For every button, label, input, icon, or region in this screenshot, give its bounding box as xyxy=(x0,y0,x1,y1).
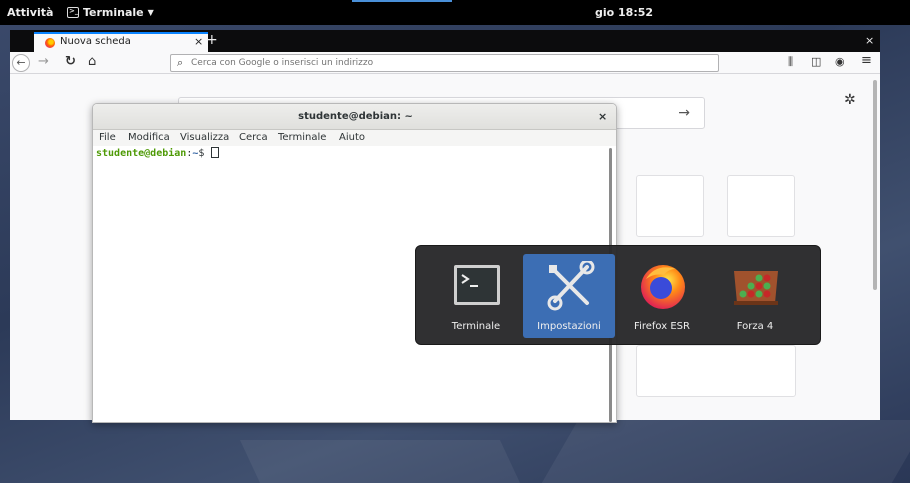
app-switcher: Terminale Impostazioni Firefox ESR Forza… xyxy=(415,245,821,345)
chevron-down-icon: ▼ xyxy=(147,8,154,17)
tab-bar: Nuova scheda × + × xyxy=(10,30,880,52)
switcher-label: Impostazioni xyxy=(537,321,601,332)
prompt-user: studente@debian xyxy=(96,148,187,159)
switcher-label: Firefox ESR xyxy=(634,321,690,332)
clock[interactable]: gio 18:52 xyxy=(595,6,653,19)
wallpaper-shape xyxy=(239,440,521,483)
shell-prompt: studente@debian:~$ xyxy=(96,147,220,159)
app-menu[interactable]: >_ Terminale ▼ xyxy=(67,6,154,19)
menu-cerca[interactable]: Cerca xyxy=(239,132,268,143)
search-icon: ⌕ xyxy=(177,56,184,69)
app-menu-label: Terminale xyxy=(83,6,144,19)
wallpaper-shape xyxy=(541,420,910,483)
tab-close-icon[interactable]: × xyxy=(194,35,203,48)
account-icon[interactable]: ◉ xyxy=(835,55,845,68)
switcher-item-impostazioni[interactable]: Impostazioni xyxy=(523,254,615,338)
terminal-title: studente@debian: ~ xyxy=(298,111,413,122)
firefox-favicon-icon xyxy=(45,38,55,48)
switcher-item-forza4[interactable]: Forza 4 xyxy=(709,254,801,338)
navigation-toolbar: ← → ↻ ⌂ ⌕ Cerca con Google o inserisci u… xyxy=(10,52,880,74)
prompt-symbol: $ xyxy=(198,148,211,159)
activities-button[interactable]: Attività xyxy=(7,6,53,19)
tab-title: Nuova scheda xyxy=(60,36,131,47)
top-site-tile[interactable] xyxy=(636,175,704,237)
url-bar[interactable]: ⌕ Cerca con Google o inserisci un indiri… xyxy=(170,54,719,72)
terminal-icon: >_ xyxy=(67,7,79,18)
firefox-icon xyxy=(641,265,685,309)
tab-new-tab[interactable]: Nuova scheda × xyxy=(34,32,208,52)
menu-modifica[interactable]: Modifica xyxy=(128,132,170,143)
four-in-a-row-icon xyxy=(734,271,778,305)
library-icon[interactable]: ⫼ xyxy=(788,55,793,69)
top-site-tile[interactable] xyxy=(636,345,796,397)
hamburger-menu-icon[interactable]: ≡ xyxy=(861,53,872,68)
menu-terminale[interactable]: Terminale xyxy=(278,132,326,143)
back-button[interactable]: ← xyxy=(12,54,30,72)
terminal-close-button[interactable]: × xyxy=(598,110,607,123)
home-button[interactable]: ⌂ xyxy=(88,54,96,69)
menu-file[interactable]: File xyxy=(99,132,116,143)
reload-button[interactable]: ↻ xyxy=(65,54,76,69)
sidebar-icon[interactable]: ◫ xyxy=(811,55,821,68)
text-cursor xyxy=(211,147,220,158)
switcher-label: Terminale xyxy=(451,321,501,332)
terminal-menubar: File Modifica Visualizza Cerca Terminale… xyxy=(93,130,616,146)
workspace-indicator xyxy=(352,0,452,2)
gear-icon[interactable]: ✲ xyxy=(844,92,856,108)
menu-aiuto[interactable]: Aiuto xyxy=(339,132,365,143)
menu-visualizza[interactable]: Visualizza xyxy=(180,132,229,143)
terminal-icon xyxy=(454,265,500,305)
switcher-label: Forza 4 xyxy=(736,321,774,332)
top-site-tile[interactable] xyxy=(727,175,795,237)
forward-button[interactable]: → xyxy=(38,54,49,69)
top-bar: Attività >_ Terminale ▼ gio 18:52 xyxy=(0,0,910,25)
page-scrollbar[interactable] xyxy=(873,80,877,290)
url-placeholder: Cerca con Google o inserisci un indirizz… xyxy=(191,58,374,68)
switcher-item-terminale[interactable]: Terminale xyxy=(430,254,522,338)
window-close-button[interactable]: × xyxy=(865,34,874,47)
new-tab-button[interactable]: + xyxy=(206,32,218,48)
switcher-item-firefox[interactable]: Firefox ESR xyxy=(616,254,708,338)
terminal-header-bar[interactable]: studente@debian: ~ × xyxy=(93,104,616,130)
search-go-icon[interactable]: → xyxy=(678,105,690,121)
settings-tools-icon xyxy=(547,261,595,311)
